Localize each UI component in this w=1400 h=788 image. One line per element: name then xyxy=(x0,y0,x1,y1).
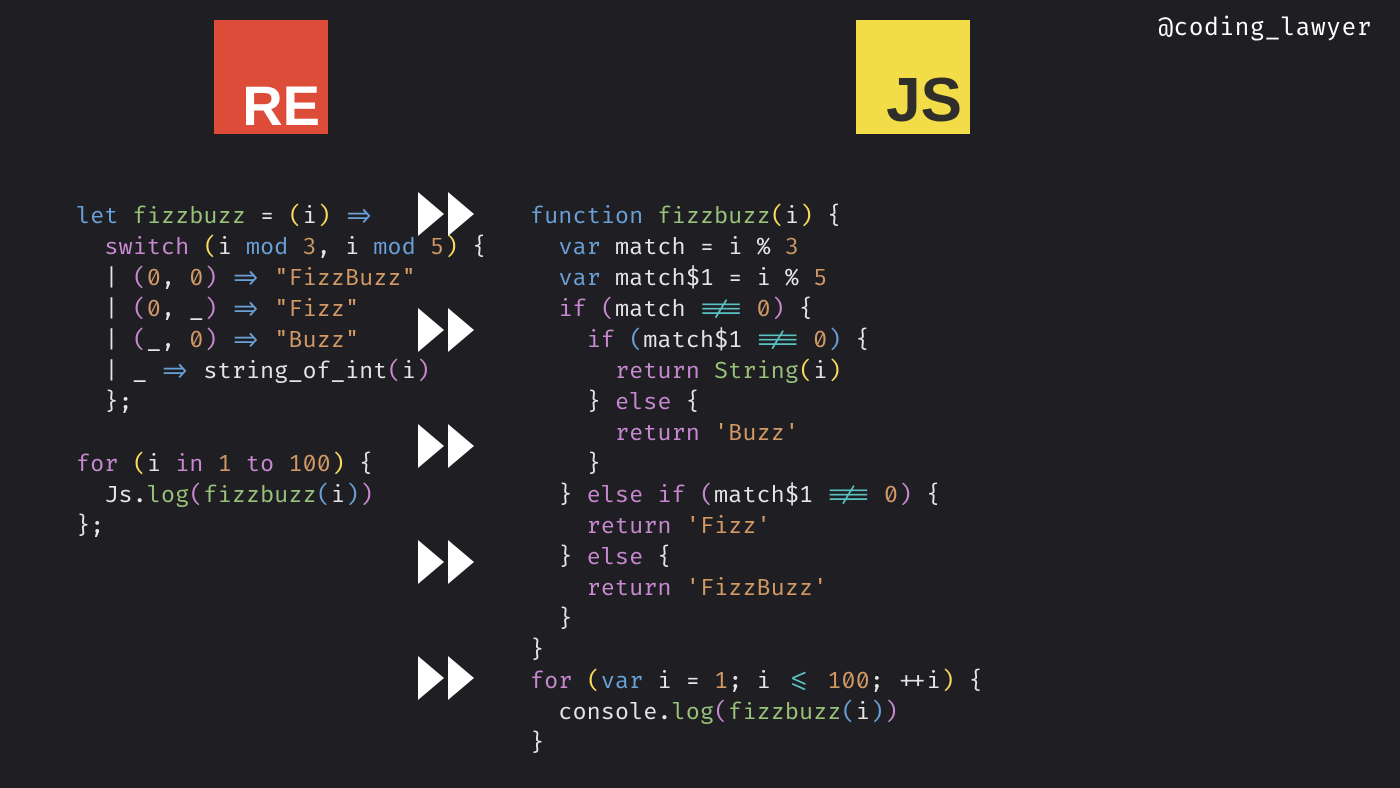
code-line: let fizzbuzz = (i) => xyxy=(76,203,373,231)
triangle-right-icon xyxy=(448,540,474,584)
triangle-right-icon xyxy=(448,656,474,700)
code-line: }; xyxy=(76,389,133,417)
code-line: console.log(fizzbuzz(i)) xyxy=(530,699,898,727)
triangle-right-icon xyxy=(418,540,444,584)
arrow-pair xyxy=(418,540,474,584)
code-line: return String(i) xyxy=(530,358,841,386)
code-line: var match$1 = i % 5 xyxy=(530,265,827,293)
code-line: } xyxy=(530,637,544,665)
attribution-handle: @coding_lawyer xyxy=(1158,14,1372,43)
code-line: for (i in 1 to 100) { xyxy=(76,451,373,479)
code-line: }; xyxy=(76,513,104,541)
code-line: | (_, 0) => "Buzz" xyxy=(76,327,359,355)
code-line: | _ => string_of_int(i) xyxy=(76,358,430,386)
code-line: if (match !== 0) { xyxy=(530,296,813,324)
code-line: if (match$1 !== 0) { xyxy=(530,327,870,355)
javascript-logo: JS xyxy=(856,20,970,134)
code-line: function fizzbuzz(i) { xyxy=(530,203,841,231)
code-line: return 'Buzz' xyxy=(530,420,799,448)
code-line: } else { xyxy=(530,389,700,417)
reasonml-logo: RE xyxy=(214,20,328,134)
reasonml-code-block: let fizzbuzz = (i) => switch (i mod 3, i… xyxy=(76,171,487,543)
code-line: switch (i mod 3, i mod 5) { xyxy=(76,234,487,262)
code-line: | (0, _) => "Fizz" xyxy=(76,296,359,324)
code-line: return 'Fizz' xyxy=(530,513,771,541)
code-line: | (0, 0) => "FizzBuzz" xyxy=(76,265,416,293)
code-line: for (var i = 1; i <= 100; ++i) { xyxy=(530,668,983,696)
code-line: } xyxy=(530,730,544,758)
code-line: } xyxy=(530,606,572,634)
code-line: } xyxy=(530,451,601,479)
javascript-code-block: function fizzbuzz(i) { var match = i % 3… xyxy=(530,171,983,760)
triangle-right-icon xyxy=(418,656,444,700)
code-line: } else if (match$1 !== 0) { xyxy=(530,482,941,510)
code-line: Js.log(fizzbuzz(i)) xyxy=(76,482,373,510)
code-line: } else { xyxy=(530,544,672,572)
code-line: var match = i % 3 xyxy=(530,234,799,262)
arrow-pair xyxy=(418,656,474,700)
code-line: return 'FizzBuzz' xyxy=(530,575,827,603)
